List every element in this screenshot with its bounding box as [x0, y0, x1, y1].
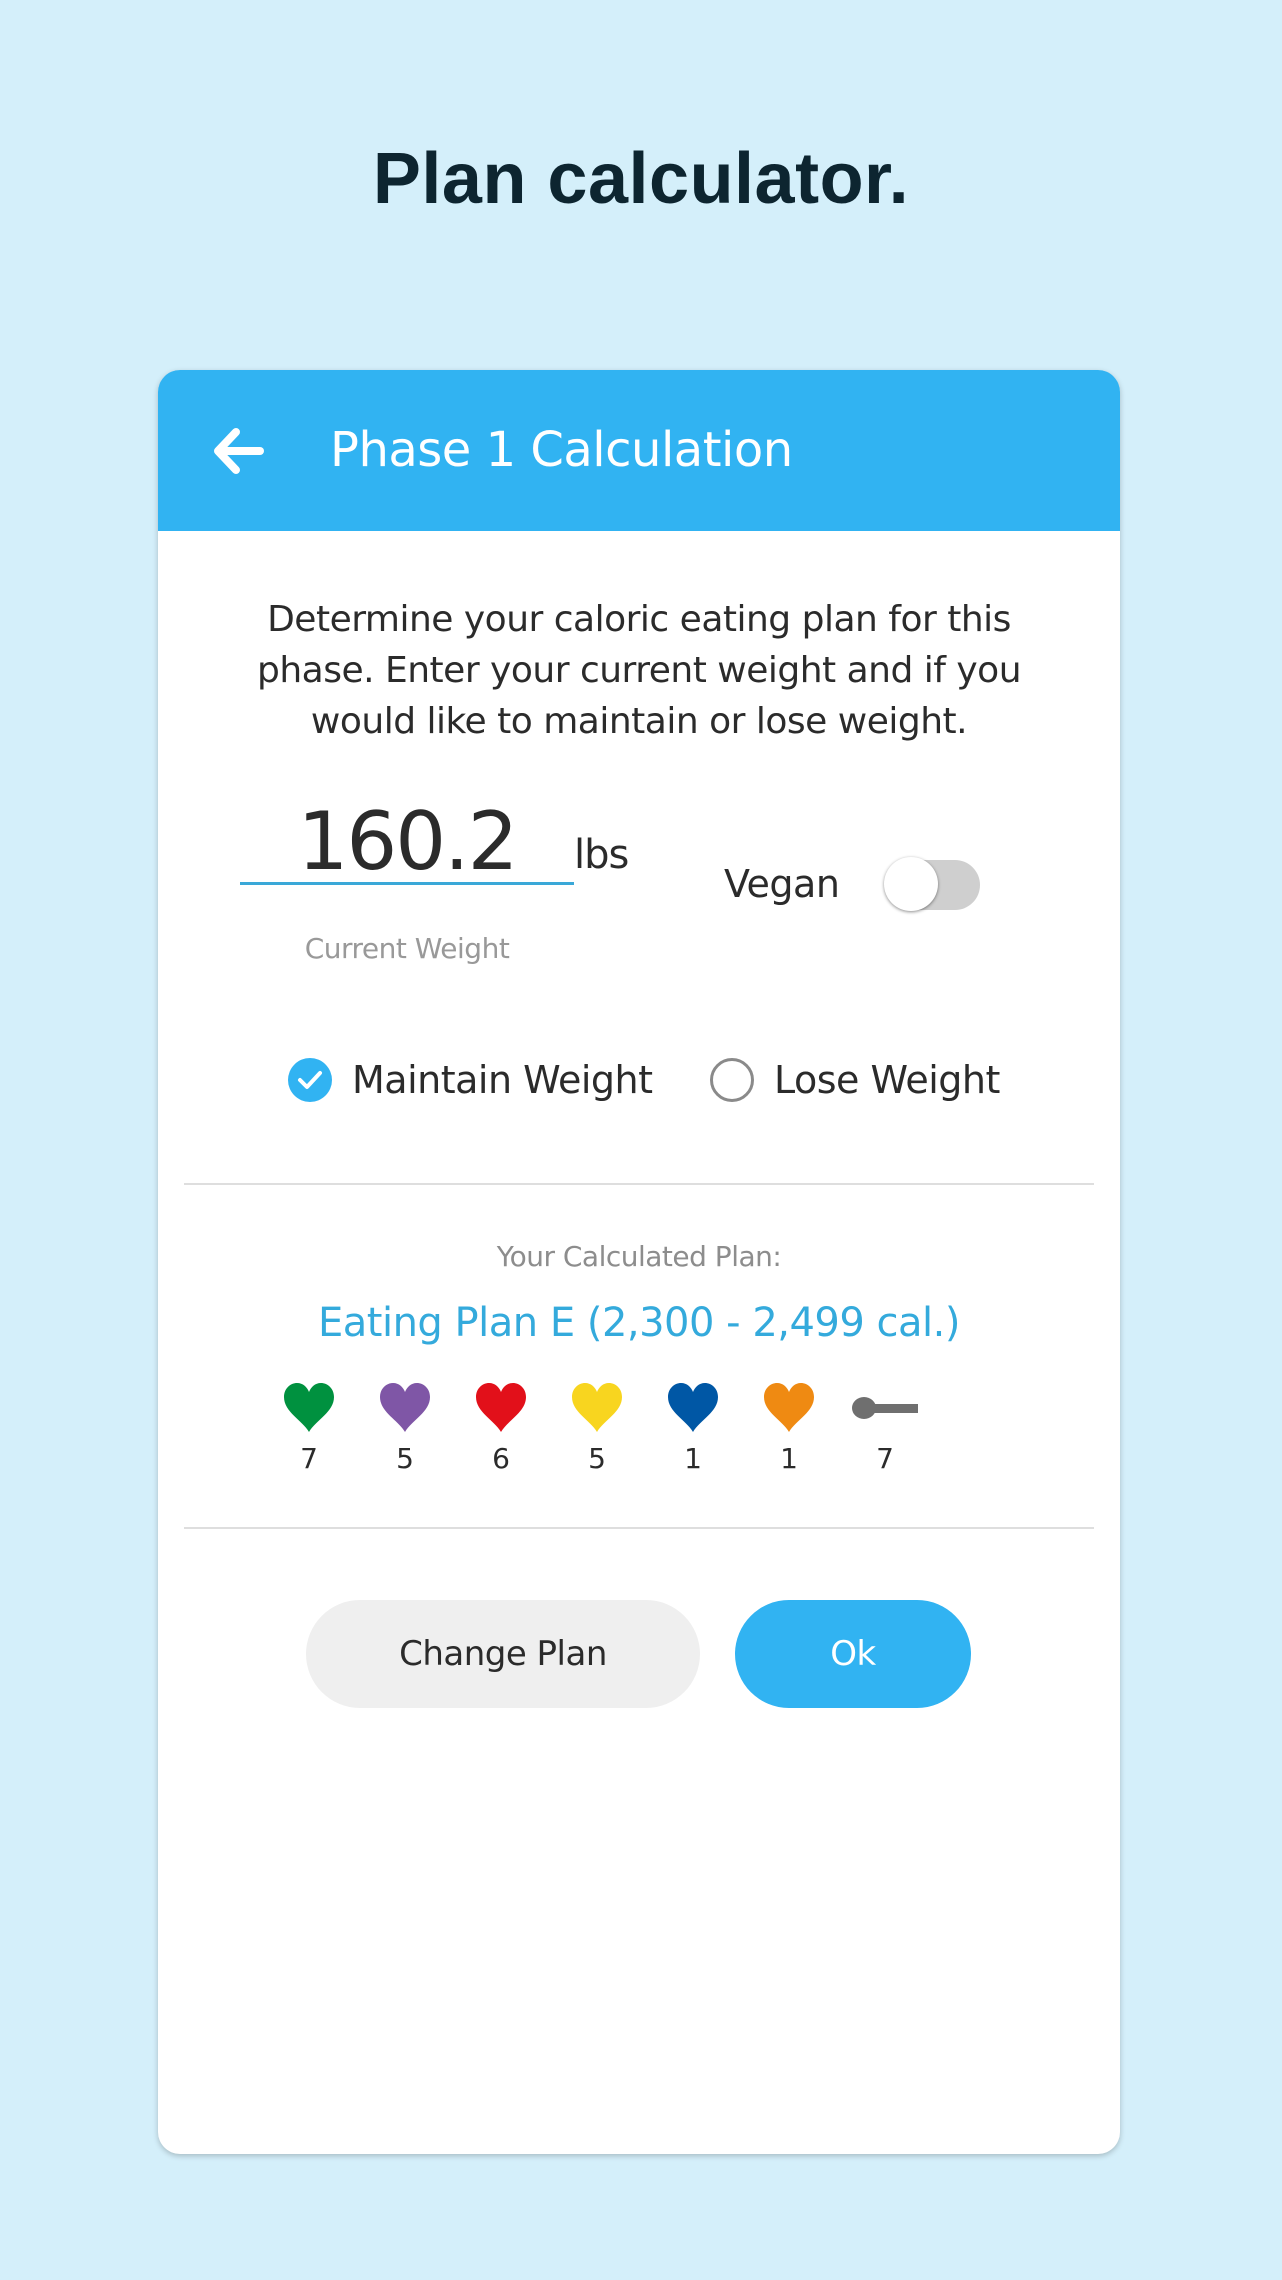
servings-row: 7 5 6 5 1 1 7	[158, 1380, 1120, 1480]
toggle-thumb	[884, 857, 938, 911]
serving-item: 6	[461, 1380, 541, 1475]
change-plan-button[interactable]: Change Plan	[306, 1600, 700, 1708]
calculator-card: Phase 1 Calculation Determine your calor…	[158, 370, 1120, 2154]
serving-item: 5	[365, 1380, 445, 1475]
current-weight-label: Current Weight	[304, 932, 510, 965]
heart-icon	[365, 1380, 445, 1436]
radio-unchecked-icon	[710, 1058, 754, 1102]
serving-count: 1	[684, 1442, 702, 1475]
serving-item: 7	[269, 1380, 349, 1475]
instructions-text: Determine your caloric eating plan for t…	[256, 599, 1022, 742]
serving-count: 5	[588, 1442, 606, 1475]
app-bar: Phase 1 Calculation	[158, 370, 1120, 531]
spoon-icon	[845, 1380, 925, 1436]
vegan-label: Vegan	[724, 862, 840, 906]
serving-count: 1	[780, 1442, 798, 1475]
serving-item: 5	[557, 1380, 637, 1475]
serving-item: 7	[845, 1380, 925, 1475]
current-weight-input[interactable]	[240, 800, 574, 885]
serving-count: 5	[396, 1442, 414, 1475]
divider	[184, 1527, 1094, 1529]
arrow-left-icon[interactable]	[210, 426, 266, 476]
lose-weight-option[interactable]: Lose Weight	[710, 1050, 1000, 1110]
serving-count: 6	[492, 1442, 510, 1475]
heart-icon	[653, 1380, 733, 1436]
serving-item: 1	[653, 1380, 733, 1475]
divider	[184, 1183, 1094, 1185]
weight-unit-label: lbs	[574, 832, 629, 878]
ok-button[interactable]: Ok	[735, 1600, 971, 1708]
plan-caption: Your Calculated Plan:	[496, 1240, 782, 1273]
checkmark-icon	[288, 1058, 332, 1102]
serving-count: 7	[300, 1442, 318, 1475]
heart-icon	[749, 1380, 829, 1436]
serving-item: 1	[749, 1380, 829, 1475]
plan-name: Eating Plan E (2,300 - 2,499 cal.)	[318, 1300, 960, 1346]
maintain-weight-label: Maintain Weight	[352, 1058, 653, 1102]
maintain-weight-option[interactable]: Maintain Weight	[288, 1050, 653, 1110]
serving-count: 7	[876, 1442, 894, 1475]
page-title: Plan calculator.	[372, 139, 910, 219]
vegan-toggle[interactable]	[884, 857, 980, 911]
heart-icon	[461, 1380, 541, 1436]
heart-icon	[557, 1380, 637, 1436]
lose-weight-label: Lose Weight	[774, 1058, 1000, 1102]
heart-icon	[269, 1380, 349, 1436]
screen-title: Phase 1 Calculation	[330, 422, 793, 478]
goal-radio-group: Maintain Weight Lose Weight	[158, 1050, 1120, 1110]
